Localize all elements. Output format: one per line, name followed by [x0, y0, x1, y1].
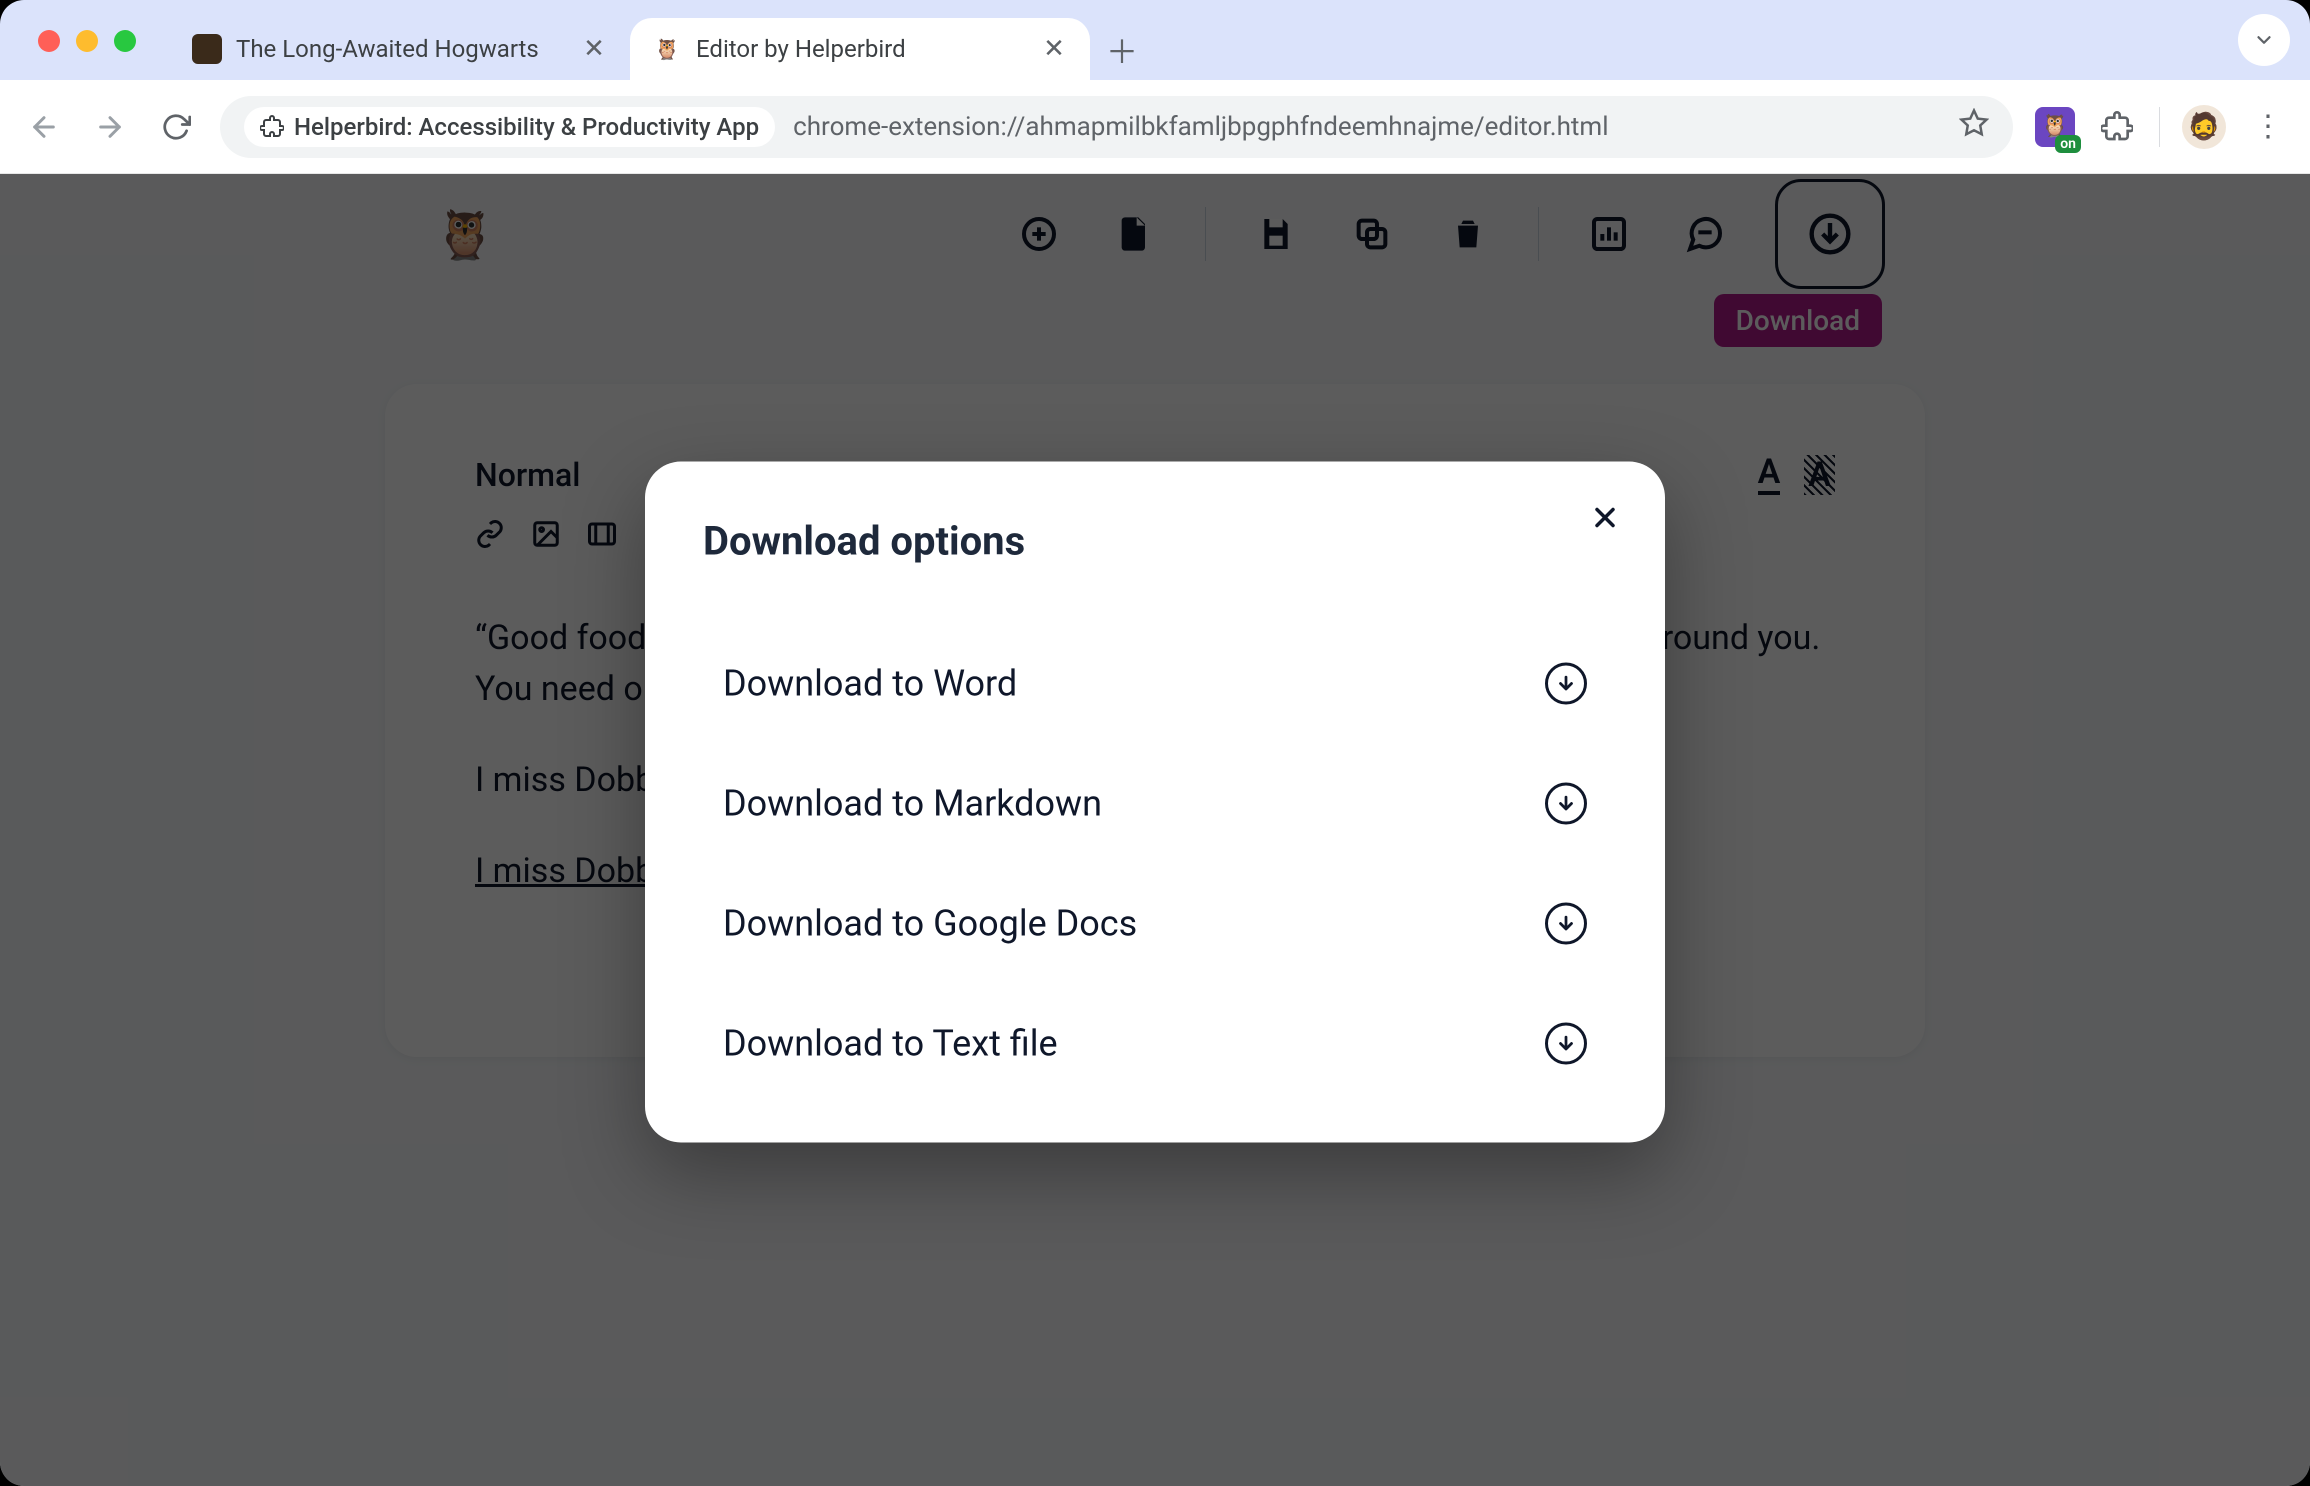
chevron-down-icon — [2253, 29, 2275, 51]
extension-chip-label: Helperbird: Accessibility & Productivity… — [294, 113, 759, 141]
favicon-helperbird: 🦉 — [652, 34, 682, 64]
close-window-button[interactable] — [38, 30, 60, 52]
download-markdown-option[interactable]: Download to Markdown — [703, 765, 1607, 843]
option-label: Download to Markdown — [723, 783, 1102, 825]
download-google-docs-option[interactable]: Download to Google Docs — [703, 885, 1607, 963]
download-word-option[interactable]: Download to Word — [703, 645, 1607, 723]
profile-avatar[interactable]: 🧔 — [2182, 105, 2226, 149]
browser-menu-button[interactable]: ⋮ — [2248, 107, 2288, 147]
browser-window: The Long-Awaited Hogwarts ✕ 🦉 Editor by … — [0, 0, 2310, 1486]
toolbar-right: 🦉 on 🧔 ⋮ — [2035, 105, 2288, 149]
extension-on-badge: on — [2055, 135, 2081, 153]
reload-button[interactable] — [154, 105, 198, 149]
separator — [2159, 107, 2160, 147]
minimize-window-button[interactable] — [76, 30, 98, 52]
url-text: chrome-extension://ahmapmilbkfamljbpgphf… — [793, 112, 1941, 142]
download-icon — [1545, 783, 1587, 825]
puzzle-icon — [260, 115, 284, 139]
download-icon — [1545, 663, 1587, 705]
tab-helperbird-editor[interactable]: 🦉 Editor by Helperbird ✕ — [630, 18, 1090, 80]
omnibox[interactable]: Helperbird: Accessibility & Productivity… — [220, 96, 2013, 158]
tab-strip: The Long-Awaited Hogwarts ✕ 🦉 Editor by … — [0, 0, 2310, 80]
forward-button[interactable] — [88, 105, 132, 149]
maximize-window-button[interactable] — [114, 30, 136, 52]
tabs-dropdown-button[interactable] — [2238, 14, 2290, 66]
extension-chip[interactable]: Helperbird: Accessibility & Productivity… — [244, 107, 775, 147]
download-icon — [1545, 903, 1587, 945]
star-icon — [1959, 108, 1989, 138]
close-modal-button[interactable] — [1585, 498, 1625, 538]
browser-toolbar: Helperbird: Accessibility & Productivity… — [0, 80, 2310, 174]
back-button[interactable] — [22, 105, 66, 149]
window-controls — [38, 30, 136, 52]
download-options-modal: Download options Download to Word Downlo… — [645, 462, 1665, 1143]
favicon-hogwarts — [192, 34, 222, 64]
tab-hogwarts[interactable]: The Long-Awaited Hogwarts ✕ — [170, 18, 630, 80]
option-label: Download to Text file — [723, 1023, 1058, 1065]
extensions-button[interactable] — [2097, 107, 2137, 147]
option-label: Download to Word — [723, 663, 1017, 705]
arrow-right-icon — [94, 111, 126, 143]
option-label: Download to Google Docs — [723, 903, 1137, 945]
modal-title: Download options — [703, 518, 1607, 565]
download-icon — [1545, 1023, 1587, 1065]
tab-title: The Long-Awaited Hogwarts — [236, 35, 566, 63]
close-tab-button[interactable]: ✕ — [580, 35, 608, 63]
puzzle-icon — [2101, 111, 2133, 143]
helperbird-extension-button[interactable]: 🦉 on — [2035, 107, 2075, 147]
close-tab-button[interactable]: ✕ — [1040, 35, 1068, 63]
arrow-left-icon — [28, 111, 60, 143]
new-tab-button[interactable]: ＋ — [1098, 26, 1146, 74]
bookmark-button[interactable] — [1959, 108, 1989, 145]
download-text-option[interactable]: Download to Text file — [703, 1005, 1607, 1083]
close-icon — [1589, 502, 1621, 534]
tab-title: Editor by Helperbird — [696, 35, 1026, 63]
reload-icon — [161, 112, 191, 142]
